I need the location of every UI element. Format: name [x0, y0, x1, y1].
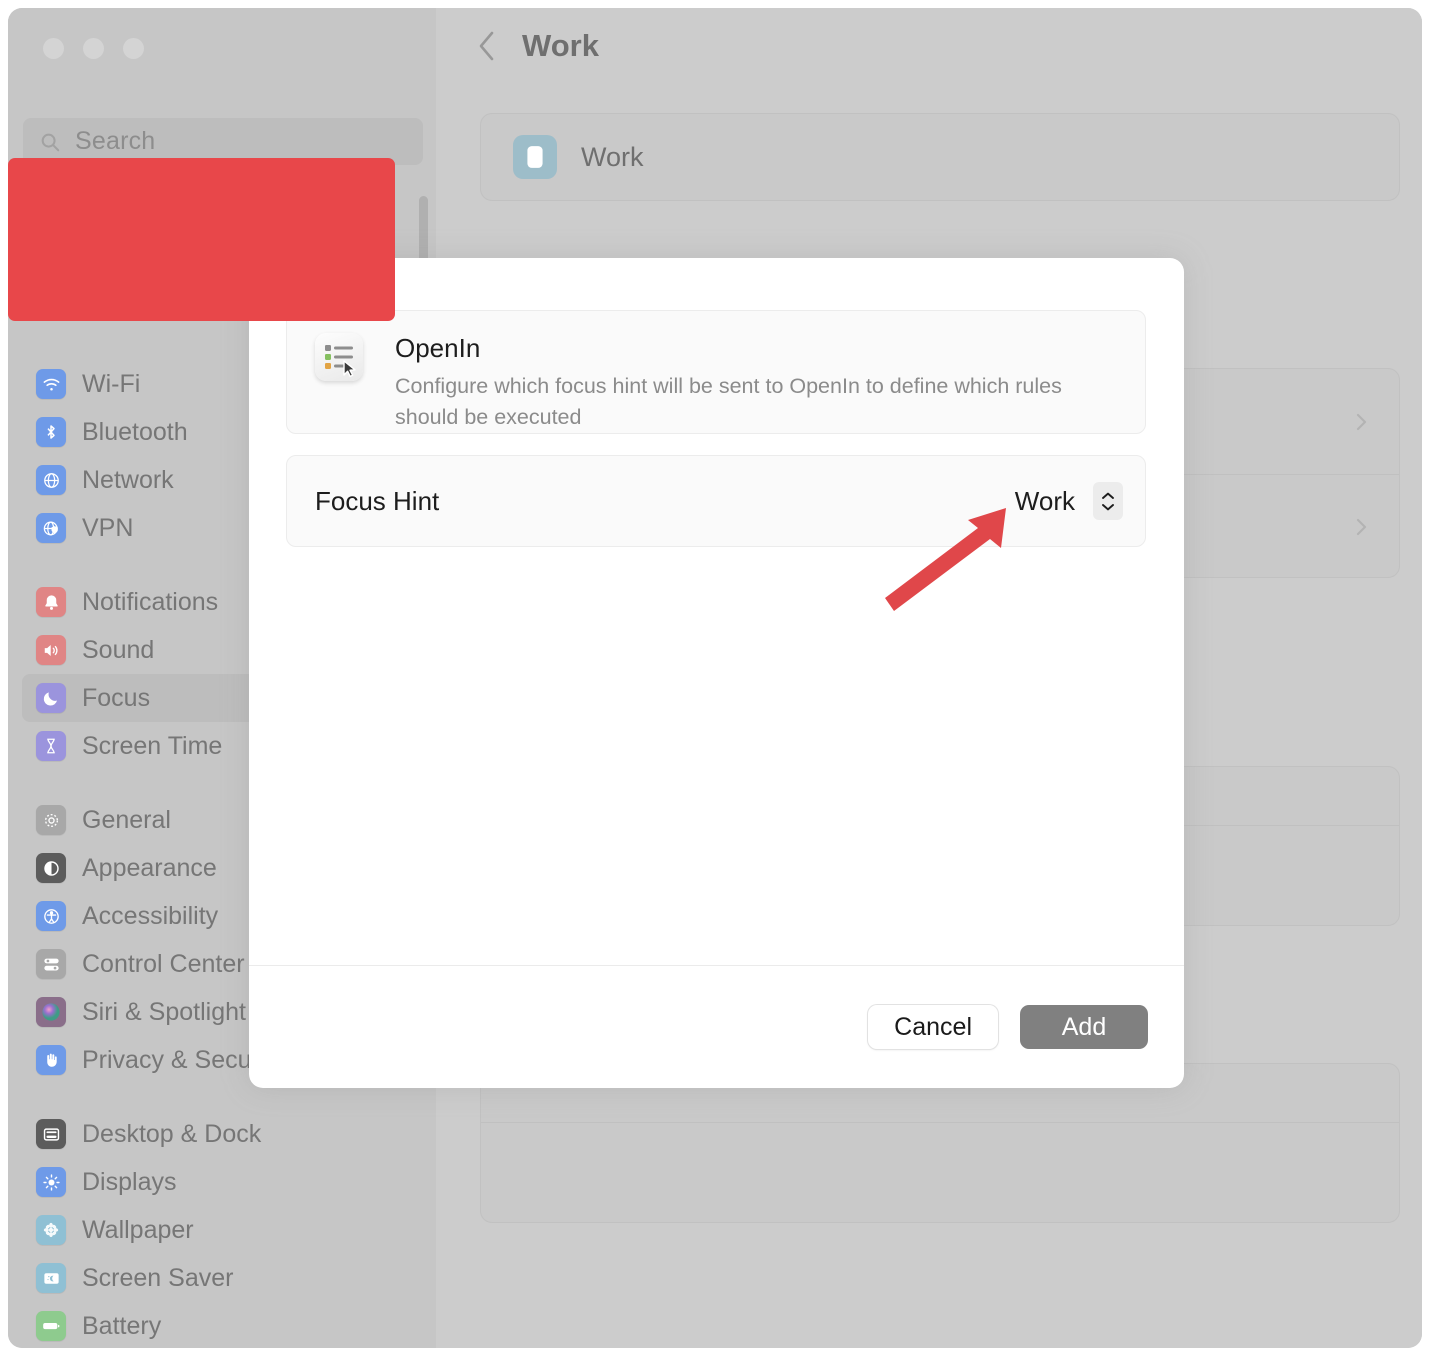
- app-description: Configure which focus hint will be sent …: [395, 374, 1062, 429]
- screenshot-root: Search Wi-Fi Bluetooth Network VPN Notificat…: [0, 0, 1430, 1356]
- chevron-right-icon[interactable]: [1351, 412, 1371, 432]
- minimize-button[interactable]: [83, 38, 104, 59]
- sidebar-item-label: Screen Saver: [82, 1263, 234, 1292]
- accessibility-icon: [36, 901, 66, 931]
- sidebar-item-displays[interactable]: Displays: [22, 1158, 422, 1206]
- sidebar-item-label: Appearance: [82, 853, 217, 882]
- sidebar-item-label: Notifications: [82, 587, 219, 616]
- screen-saver-icon: [36, 1263, 66, 1293]
- sidebar-item-label: Battery: [82, 1311, 162, 1340]
- speaker-icon: [36, 635, 66, 665]
- maximize-button[interactable]: [123, 38, 144, 59]
- gear-icon: [36, 805, 66, 835]
- desktop-dock-icon: [36, 1119, 66, 1149]
- sidebar-item-label: Screen Time: [82, 731, 223, 760]
- contact-card-icon: [513, 135, 557, 179]
- app-info-card: OpenIn Configure which focus hint will b…: [286, 310, 1146, 434]
- focus-profile-card: Work: [480, 113, 1400, 201]
- close-button[interactable]: [43, 38, 64, 59]
- focus-hint-label: Focus Hint: [315, 485, 440, 516]
- sidebar-item-label: Network: [82, 465, 174, 494]
- wifi-icon: [36, 369, 66, 399]
- moon-icon: [36, 683, 66, 713]
- sidebar-item-label: Sound: [82, 635, 155, 664]
- sidebar-item-label: Siri & Spotlight: [82, 997, 246, 1026]
- focus-profile-name: Work: [581, 141, 644, 172]
- sidebar-item-label: Control Center: [82, 949, 245, 978]
- dialog-footer: Cancel Add: [249, 966, 1184, 1088]
- battery-icon: [36, 1311, 66, 1341]
- sidebar-item-label: Wi-Fi: [82, 369, 141, 398]
- search-icon: [41, 133, 60, 151]
- sidebar-item-desktop-dock[interactable]: Desktop & Dock: [22, 1110, 422, 1158]
- chevron-right-icon[interactable]: [1351, 517, 1371, 537]
- hourglass-icon: [36, 731, 66, 761]
- sidebar-item-label: General: [82, 805, 171, 834]
- sidebar-item-screen-saver[interactable]: Screen Saver: [22, 1254, 422, 1302]
- vpn-globe-icon: [36, 513, 66, 543]
- sidebar-item-label: Accessibility: [82, 901, 219, 930]
- sidebar-item-battery[interactable]: Battery: [22, 1302, 422, 1348]
- divider: [481, 1122, 1399, 1123]
- sidebar-item-label: Bluetooth: [82, 417, 188, 446]
- siri-icon: [36, 997, 66, 1027]
- sidebar-item-label: Focus: [82, 683, 151, 712]
- globe-icon: [36, 465, 66, 495]
- sidebar-item-wallpaper[interactable]: Wallpaper: [22, 1206, 422, 1254]
- page-title: Work: [522, 28, 599, 63]
- chevron-left-icon[interactable]: [476, 29, 498, 63]
- add-focus-hint-dialog: OpenIn Configure which focus hint will b…: [249, 258, 1184, 1088]
- wallpaper-icon: [36, 1215, 66, 1245]
- pane-header: Work: [476, 28, 599, 64]
- app-name: OpenIn: [395, 333, 481, 363]
- annotation-arrow-icon: [885, 508, 1006, 611]
- search-placeholder: Search: [75, 127, 156, 155]
- hand-icon: [36, 1045, 66, 1075]
- add-button[interactable]: Add: [1020, 1005, 1148, 1049]
- sidebar-item-label: Wallpaper: [82, 1215, 194, 1244]
- cancel-button[interactable]: Cancel: [868, 1005, 998, 1049]
- sidebar-item-label: Desktop & Dock: [82, 1119, 262, 1148]
- brightness-icon: [36, 1167, 66, 1197]
- stepper-up-down-icon[interactable]: [1093, 482, 1123, 520]
- sidebar-scrollbar[interactable]: [419, 196, 428, 262]
- window-traffic-lights: [43, 38, 144, 59]
- bell-icon: [36, 587, 66, 617]
- openin-list-cursor-icon: [315, 333, 363, 381]
- annotation-highlight-rectangle: [8, 158, 395, 321]
- sidebar-item-label: Displays: [82, 1167, 177, 1196]
- appearance-icon: [36, 853, 66, 883]
- control-center-icon: [36, 949, 66, 979]
- sidebar-item-label: VPN: [82, 513, 134, 542]
- bluetooth-icon: [36, 417, 66, 447]
